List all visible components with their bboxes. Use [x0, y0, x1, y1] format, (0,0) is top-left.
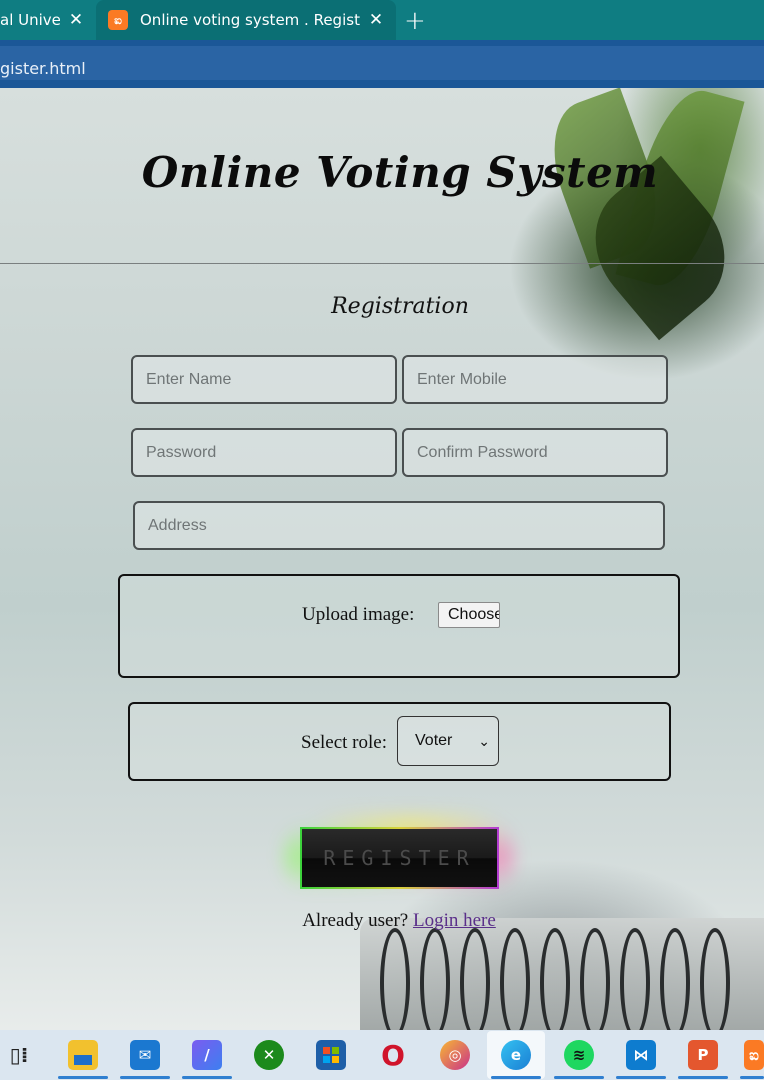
confirm-password-input[interactable] [402, 428, 668, 477]
taskbar: ▯⁞ ✉ / ✕ O ◎ e ≋ ⋈ P ಐ [0, 1030, 764, 1080]
running-indicator [616, 1076, 666, 1079]
address-bar: gister.html [0, 40, 764, 88]
divider [0, 263, 764, 264]
background-notebook-ring [380, 928, 410, 1030]
close-tab-icon[interactable]: ✕ [368, 10, 384, 30]
background-notebook-ring [580, 928, 610, 1030]
vpn-icon[interactable]: ◎ [440, 1040, 470, 1070]
background-notebook-ring [700, 928, 730, 1030]
spotify-icon[interactable]: ≋ [564, 1040, 594, 1070]
running-indicator [491, 1076, 541, 1079]
role-selected-value: Voter [415, 732, 453, 749]
tab-title: Online voting system . Registratio [140, 11, 360, 29]
tab-active[interactable]: ಐ Online voting system . Registratio ✕ [96, 0, 396, 40]
upload-label: Upload image: [302, 604, 415, 625]
store-icon[interactable] [316, 1040, 346, 1070]
role-section: Select role: Voter ⌄ [128, 702, 671, 781]
background-notebook-ring [500, 928, 530, 1030]
vs-icon[interactable]: / [192, 1040, 222, 1070]
edge-icon[interactable]: e [501, 1040, 531, 1070]
vscode-icon[interactable]: ⋈ [626, 1040, 656, 1070]
login-prompt-line: Already user? Login here [0, 910, 764, 932]
address-input[interactable] [133, 501, 665, 550]
xampp-favicon-icon: ಐ [108, 10, 128, 30]
page-title: Online Voting System [141, 148, 659, 197]
new-tab-button[interactable]: + [404, 6, 426, 36]
form-heading: Registration [331, 294, 469, 319]
running-indicator [678, 1076, 728, 1079]
name-input[interactable] [131, 355, 397, 404]
running-indicator [740, 1076, 764, 1079]
xampp-icon[interactable]: ಐ [744, 1040, 764, 1070]
powerpoint-icon[interactable]: P [688, 1040, 718, 1070]
background-notebook-ring [540, 928, 570, 1030]
tab-title: al Univer [0, 11, 60, 29]
opera-icon[interactable]: O [378, 1039, 408, 1072]
task-view-icon[interactable]: ▯⁞ [4, 1040, 34, 1070]
tab-inactive[interactable]: al Univer ✕ [0, 0, 96, 40]
mail-icon[interactable]: ✉ [130, 1040, 160, 1070]
running-indicator [554, 1076, 604, 1079]
browser-tab-bar: al Univer ✕ ಐ Online voting system . Reg… [0, 0, 764, 40]
xbox-icon[interactable]: ✕ [254, 1040, 284, 1070]
choose-file-button[interactable]: Choose [438, 602, 500, 628]
mobile-input[interactable] [402, 355, 668, 404]
chevron-down-icon: ⌄ [478, 733, 490, 749]
background-notebook-ring [420, 928, 450, 1030]
password-input[interactable] [131, 428, 397, 477]
register-button[interactable]: REGISTER [300, 827, 499, 889]
page-content: Online Voting System Registration Upload… [0, 88, 764, 1030]
background-notebook-ring [460, 928, 490, 1030]
login-prompt: Already user? [302, 910, 409, 931]
url-field[interactable]: gister.html [0, 46, 764, 80]
upload-section: Upload image: Choose [118, 574, 680, 678]
file-explorer-icon[interactable] [68, 1040, 98, 1070]
url-text: gister.html [0, 59, 86, 78]
role-label: Select role: [301, 732, 387, 753]
running-indicator [58, 1076, 108, 1079]
role-select[interactable]: Voter ⌄ [397, 716, 499, 766]
login-link[interactable]: Login here [413, 910, 496, 931]
running-indicator [120, 1076, 170, 1079]
background-notebook-ring [660, 928, 690, 1030]
background-notebook-ring [620, 928, 650, 1030]
close-tab-icon[interactable]: ✕ [68, 10, 84, 30]
running-indicator [182, 1076, 232, 1079]
